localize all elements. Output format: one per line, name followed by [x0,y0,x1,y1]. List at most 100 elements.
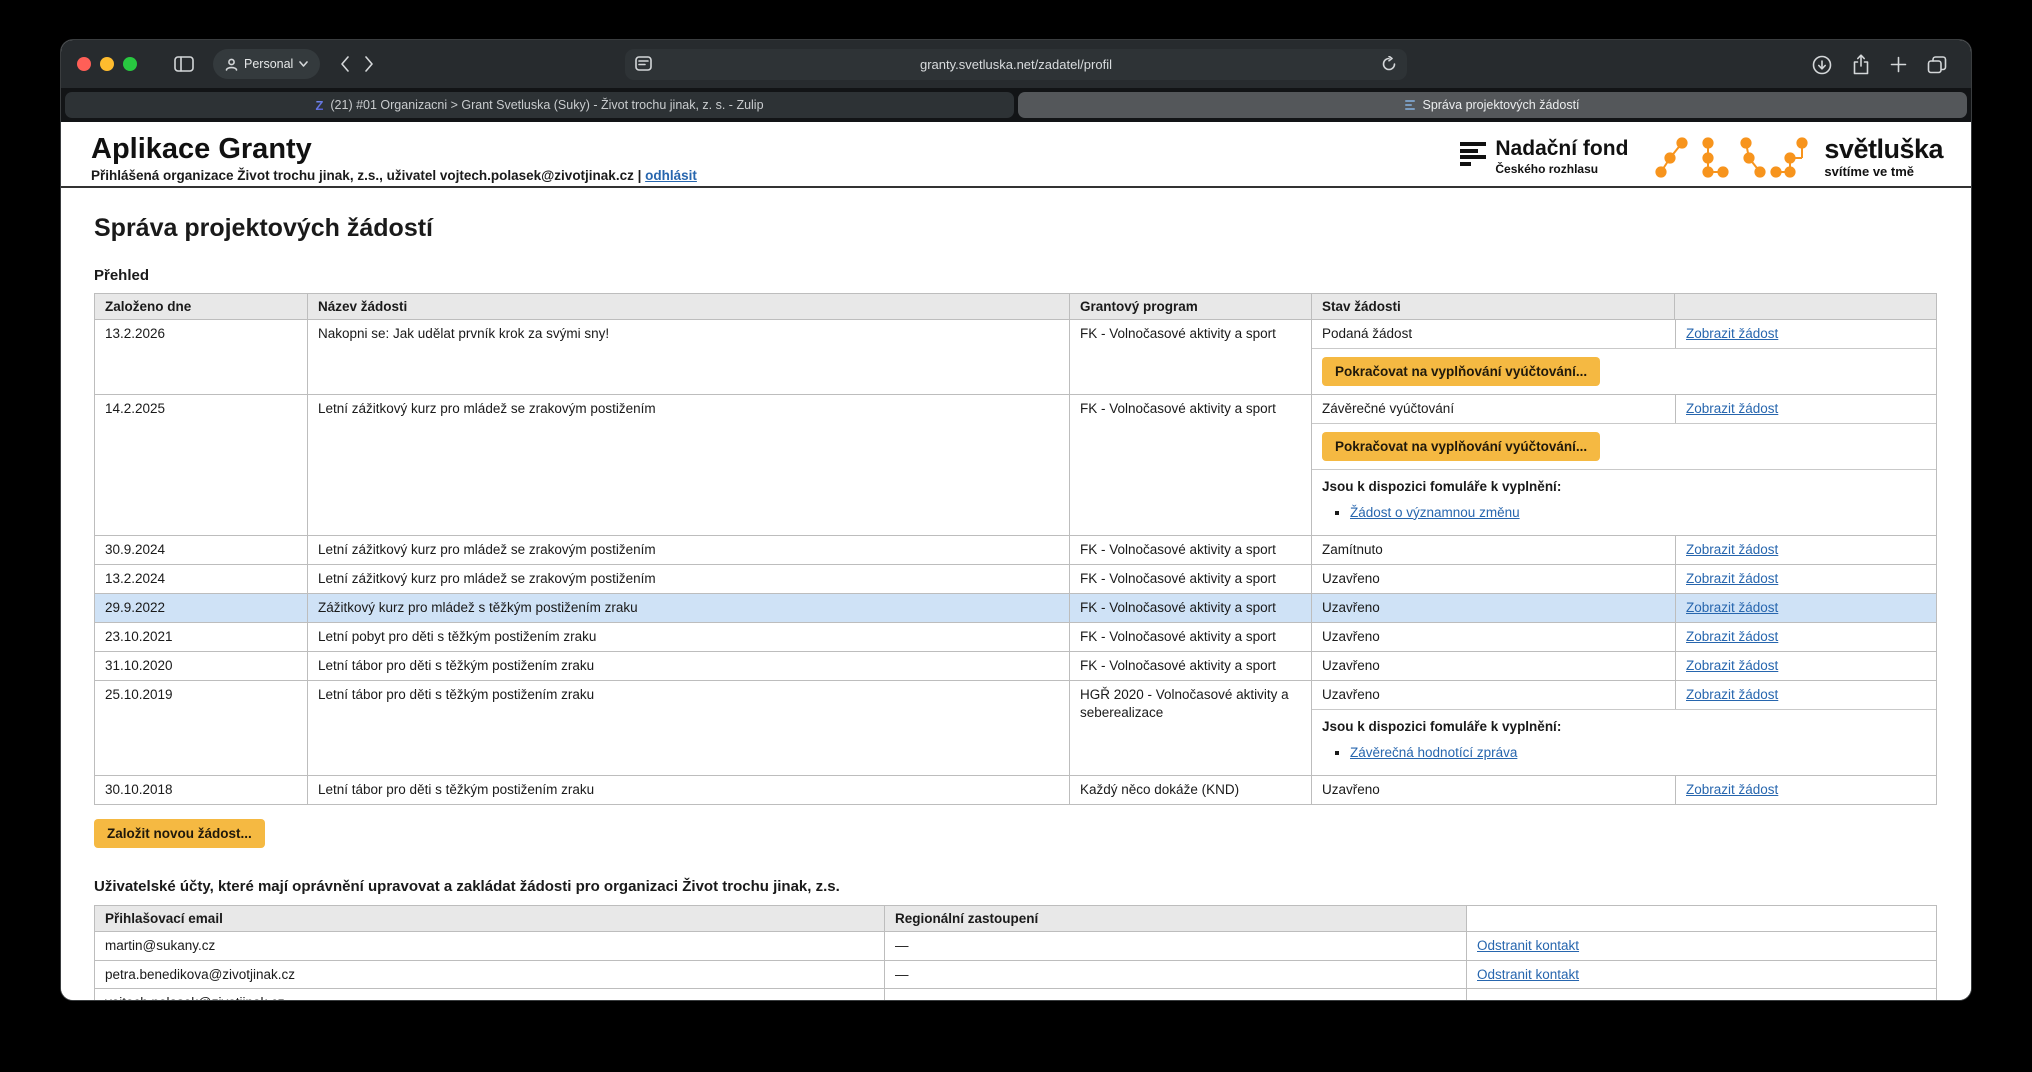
application-status: Uzavřeno [1312,594,1675,622]
user-email: petra.benedikova@zivotjinak.cz [95,960,885,989]
overview-heading: Přehled [94,267,1938,284]
forms-list: Závěrečná hodnotící zpráva [1350,742,1926,764]
nadacni-fond-subtitle: Českého rozhlasu [1495,162,1628,176]
new-tab-button[interactable] [1890,56,1907,73]
application-date: 31.10.2020 [95,652,308,681]
downloads-button[interactable] [1812,55,1832,75]
forward-button[interactable] [364,56,374,72]
remove-contact-link[interactable]: Odstranit kontakt [1477,938,1579,953]
col-header-actions [1675,294,1937,320]
tab-zulip-label: (21) #01 Organizacni > Grant Svetluska (… [330,98,763,112]
view-application-link[interactable]: Zobrazit žádost [1686,782,1778,797]
view-application-link[interactable]: Zobrazit žádost [1686,687,1778,702]
view-application-link[interactable]: Zobrazit žádost [1686,629,1778,644]
application-status: Uzavřeno [1312,776,1675,804]
user-email: vojtech.polasek@zivotjinak.cz [95,989,885,1000]
application-status: Zamítnuto [1312,536,1675,564]
col-header-remove [1467,906,1937,932]
application-date: 23.10.2021 [95,623,308,652]
svetluska-subtitle: svítíme ve tmě [1824,164,1943,179]
user-actions: Odstranit kontakt [1467,960,1937,989]
continue-accounting-button[interactable]: Pokračovat na vyplňování vyúčtování... [1322,432,1600,461]
svetluska-dots-icon [1654,132,1812,182]
view-application-link[interactable]: Zobrazit žádost [1686,600,1778,615]
user-row: martin@sukany.cz—Odstranit kontakt [95,932,1937,961]
form-link[interactable]: Žádost o významnou změnu [1350,505,1520,520]
share-button[interactable] [1852,54,1870,75]
minimize-window-button[interactable] [100,57,114,71]
application-program: FK - Volnočasové aktivity a sport [1070,652,1312,681]
form-link[interactable]: Závěrečná hodnotící zpráva [1350,745,1517,760]
sidebar-toggle-button[interactable] [167,49,201,79]
cesky-rozhlas-bars-icon [1460,138,1486,166]
browser-toolbar: Personal granty.svetluska.net/zadatel/pr… [61,40,1971,88]
tab-sprava-zadosti[interactable]: Správa projektových žádostí [1018,92,1967,118]
view-application-link[interactable]: Zobrazit žádost [1686,571,1778,586]
applications-table: Založeno dne Název žádosti Grantový prog… [94,293,1937,805]
application-name: Letní zážitkový kurz pro mládež se zrako… [308,565,1070,594]
view-application-link[interactable]: Zobrazit žádost [1686,326,1778,341]
application-date: 14.2.2025 [95,395,308,536]
application-row: 13.2.2026Nakopni se: Jak udělat prvník k… [95,320,1937,395]
tab-overview-button[interactable] [1927,56,1947,74]
close-window-button[interactable] [77,57,91,71]
page-title: Správa projektových žádostí [94,214,1938,243]
address-bar[interactable]: granty.svetluska.net/zadatel/profil [625,49,1407,80]
application-status: Uzavřeno [1312,681,1675,709]
applications-table-header: Založeno dne Název žádosti Grantový prog… [95,294,1937,320]
application-program: FK - Volnočasové aktivity a sport [1070,565,1312,594]
user-region: — [885,960,1467,989]
application-row: 25.10.2019Letní tábor pro děti s těžkým … [95,681,1937,776]
tab-bar: Z (21) #01 Organizacni > Grant Svetluska… [61,88,1971,122]
application-status-cell: Závěrečné vyúčtování Zobrazit žádost Pokra… [1312,395,1937,536]
forms-available-label: Jsou k dispozici fomuláře k vyplnění: [1322,718,1926,736]
user-email: martin@sukany.cz [95,932,885,961]
remove-contact-link[interactable]: Odstranit kontakt [1477,967,1579,982]
url-text: granty.svetluska.net/zadatel/profil [920,57,1112,72]
profile-label: Personal [244,57,293,71]
zoom-window-button[interactable] [123,57,137,71]
application-status-cell: Uzavřeno Zobrazit žádost [1312,594,1937,623]
application-name: Zážitkový kurz pro mládež s těžkým posti… [308,594,1070,623]
application-date: 29.9.2022 [95,594,308,623]
login-info-text: Přihlášená organizace Život trochu jinak… [91,168,641,183]
profile-menu-button[interactable]: Personal [213,49,320,79]
tab-zulip[interactable]: Z (21) #01 Organizacni > Grant Svetluska… [65,92,1014,118]
reload-button[interactable] [1381,56,1397,72]
application-status: Uzavřeno [1312,652,1675,680]
application-name: Letní tábor pro děti s těžkým postižením… [308,776,1070,805]
application-name: Letní zážitkový kurz pro mládež se zrako… [308,536,1070,565]
users-table: Přihlašovací email Regionální zastoupení… [94,905,1937,1000]
application-name: Nakopni se: Jak udělat prvník krok za sv… [308,320,1070,395]
application-date: 30.10.2018 [95,776,308,805]
application-row: 23.10.2021Letní pobyt pro děti s těžkým … [95,623,1937,652]
main-content: Správa projektových žádostí Přehled Zalo… [61,188,1971,1000]
view-application-link[interactable]: Zobrazit žádost [1686,401,1778,416]
screen: Personal granty.svetluska.net/zadatel/pr… [0,0,2032,1072]
nadacni-fond-title: Nadační fond [1495,138,1628,159]
application-status: Uzavřeno [1312,565,1675,593]
nadacni-fond-logo: Nadační fond Českého rozhlasu [1460,138,1628,176]
sidebar-icon [174,56,194,72]
application-program: FK - Volnočasové aktivity a sport [1070,395,1312,536]
application-status-cell: Uzavřeno Zobrazit žádost [1312,652,1937,681]
application-row: 29.9.2022Zážitkový kurz pro mládež s těž… [95,594,1937,623]
application-status-cell: UzavřenoZobrazit žádost [1312,623,1937,652]
application-program: HGŘ 2020 - Volnočasové aktivity a sebere… [1070,681,1312,776]
col-header-name: Název žádosti [308,294,1070,320]
application-status-cell: Uzavřeno Zobrazit žádost Jsou k dispozici … [1312,681,1937,776]
svetluska-logo: světluška svítíme ve tmě [1654,132,1943,182]
forms-available-label: Jsou k dispozici fomuláře k vyplnění: [1322,478,1926,496]
view-application-link[interactable]: Zobrazit žádost [1686,658,1778,673]
application-row: 31.10.2020Letní tábor pro děti s těžkým … [95,652,1937,681]
site-settings-icon[interactable] [635,56,652,71]
application-status: Závěrečné vyúčtování [1312,395,1675,423]
back-button[interactable] [340,56,350,72]
view-application-link[interactable]: Zobrazit žádost [1686,542,1778,557]
create-new-application-button[interactable]: Založit novou žádost... [94,819,265,848]
users-table-header: Přihlašovací email Regionální zastoupení [95,906,1937,932]
continue-accounting-button[interactable]: Pokračovat na vyplňování vyúčtování... [1322,357,1600,386]
site-header: Aplikace Granty Přihlášená organizace Ži… [61,122,1971,188]
application-name: Letní tábor pro děti s těžkým postižením… [308,681,1070,776]
logout-link[interactable]: odhlásit [645,168,697,183]
